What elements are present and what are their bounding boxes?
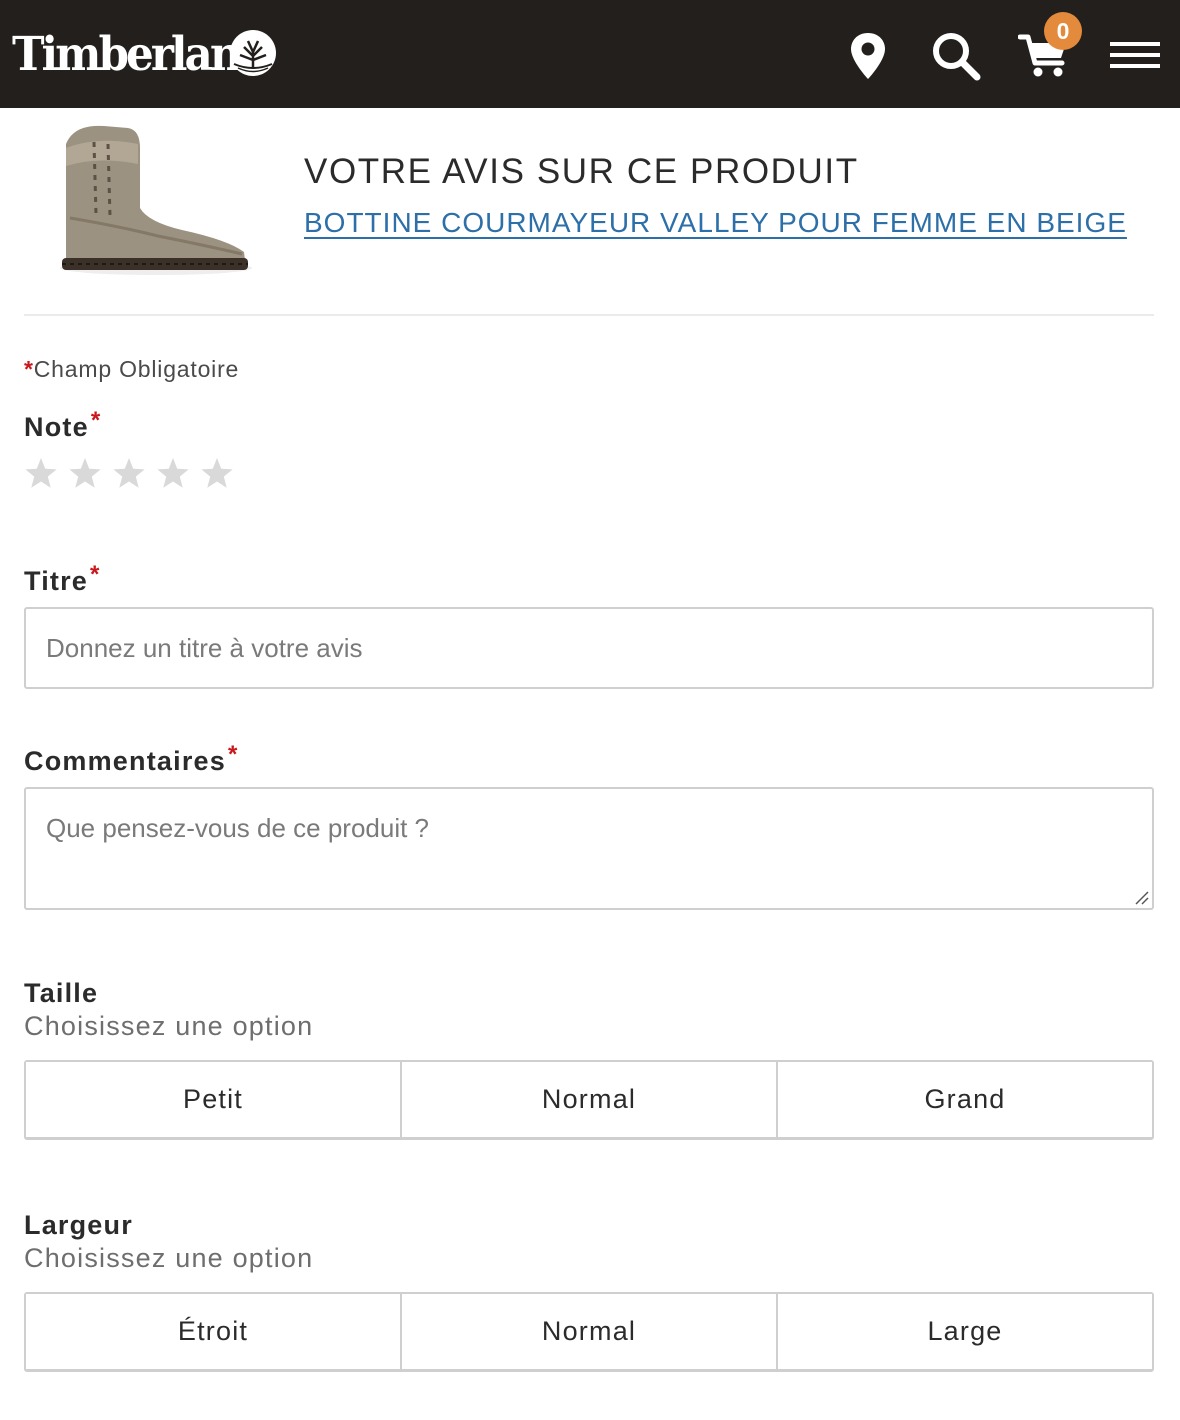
review-heading: VOTRE AVIS SUR CE PRODUIT bbox=[304, 152, 859, 191]
star-5-icon[interactable] bbox=[200, 456, 234, 490]
width-option-normal[interactable]: Normal bbox=[400, 1294, 776, 1369]
tree-logo-icon bbox=[230, 30, 276, 76]
rating-label: Note* bbox=[24, 407, 101, 443]
width-option-large[interactable]: Large bbox=[776, 1294, 1152, 1369]
star-2-icon[interactable] bbox=[68, 456, 102, 490]
required-asterisk: * bbox=[90, 407, 102, 434]
review-comments-textarea[interactable] bbox=[24, 787, 1154, 910]
size-option-normal[interactable]: Normal bbox=[400, 1062, 776, 1137]
size-label: Taille bbox=[24, 978, 99, 1008]
brand-logo[interactable]: Timberland bbox=[12, 24, 285, 84]
size-hint: Choisissez une option bbox=[24, 1011, 314, 1041]
required-note-text: Champ Obligatoire bbox=[33, 356, 240, 382]
star-3-icon[interactable] bbox=[112, 456, 146, 490]
rating-label-text: Note bbox=[24, 412, 89, 442]
width-hint: Choisissez une option bbox=[24, 1243, 314, 1273]
width-label: Largeur bbox=[24, 1210, 133, 1240]
width-options: Étroit Normal Large bbox=[24, 1292, 1154, 1372]
product-image bbox=[60, 125, 252, 275]
site-header: Timberland 0 bbox=[0, 0, 1180, 108]
title-label-text: Titre bbox=[24, 566, 89, 596]
menu-icon[interactable] bbox=[1110, 40, 1160, 70]
review-title-input[interactable] bbox=[24, 607, 1154, 689]
required-asterisk: * bbox=[24, 356, 34, 382]
width-option-etroit[interactable]: Étroit bbox=[26, 1294, 400, 1369]
product-name-link[interactable]: BOTTINE COURMAYEUR VALLEY POUR FEMME EN … bbox=[304, 207, 1127, 239]
required-asterisk: * bbox=[90, 561, 101, 588]
search-icon[interactable] bbox=[930, 30, 982, 82]
star-4-icon[interactable] bbox=[156, 456, 190, 490]
required-field-note: *Champ Obligatoire bbox=[24, 356, 239, 383]
size-option-grand[interactable]: Grand bbox=[776, 1062, 1152, 1137]
section-divider bbox=[24, 314, 1154, 316]
title-label: Titre* bbox=[24, 561, 101, 597]
size-options: Petit Normal Grand bbox=[24, 1060, 1154, 1140]
comments-label: Commentaires* bbox=[24, 741, 239, 777]
cart-count-badge: 0 bbox=[1044, 12, 1082, 50]
comments-label-text: Commentaires bbox=[24, 746, 226, 776]
star-1-icon[interactable] bbox=[24, 456, 58, 490]
store-locator-pin-icon[interactable] bbox=[848, 31, 888, 81]
required-asterisk: * bbox=[227, 741, 239, 768]
rating-stars bbox=[24, 456, 234, 490]
size-option-petit[interactable]: Petit bbox=[26, 1062, 400, 1137]
